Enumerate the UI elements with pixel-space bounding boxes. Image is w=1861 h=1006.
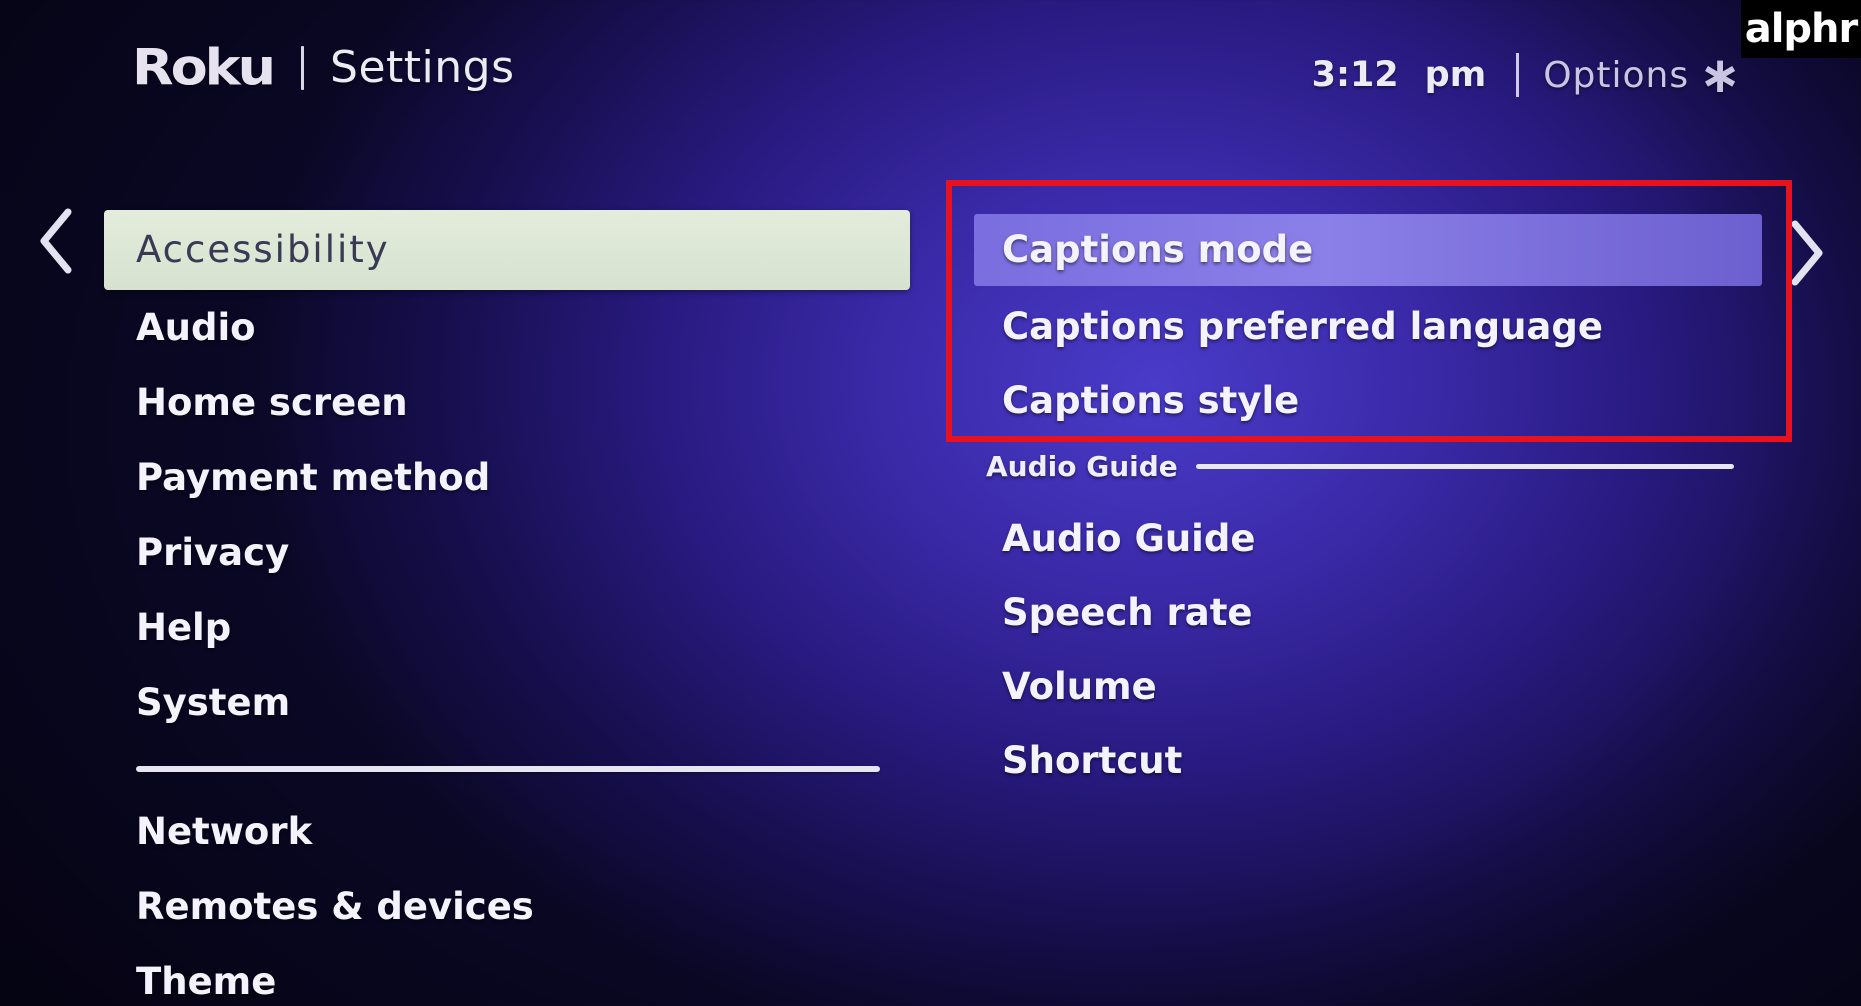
menu-divider	[136, 766, 880, 772]
menu-item-theme[interactable]: Theme	[104, 944, 910, 1006]
menu-item-network[interactable]: Network	[104, 794, 910, 869]
header-divider	[301, 45, 305, 90]
option-volume[interactable]: Volume	[974, 650, 1762, 724]
options-label[interactable]: Options	[1543, 55, 1689, 96]
clock-ampm: pm	[1424, 55, 1487, 95]
chevron-left-icon[interactable]	[36, 206, 76, 276]
accessibility-options: Captions mode Captions preferred languag…	[974, 214, 1762, 438]
header-status-divider	[1516, 53, 1520, 97]
clock-time: 3:12	[1311, 55, 1399, 95]
page-title: Settings	[330, 42, 515, 93]
menu-item-accessibility[interactable]: Accessibility	[104, 210, 910, 290]
roku-logo: Roku	[132, 38, 276, 97]
menu-item-remotes-devices[interactable]: Remotes & devices	[104, 869, 910, 944]
option-captions-mode[interactable]: Captions mode	[974, 214, 1762, 286]
section-header-label: Audio Guide	[986, 450, 1178, 483]
menu-item-audio[interactable]: Audio	[104, 290, 910, 365]
corner-watermark-logo: alphr	[1741, 0, 1861, 58]
menu-item-system[interactable]: System	[104, 665, 910, 740]
option-shortcut[interactable]: Shortcut	[974, 724, 1762, 798]
menu-item-home-screen[interactable]: Home screen	[104, 365, 910, 440]
menu-item-help[interactable]: Help	[104, 590, 910, 665]
section-header-audio-guide: Audio Guide	[986, 450, 1734, 483]
option-captions-preferred-language[interactable]: Captions preferred language	[974, 290, 1762, 364]
settings-menu: Accessibility Audio Home screen Payment …	[104, 210, 910, 1006]
option-captions-style[interactable]: Captions style	[974, 364, 1762, 438]
header-status: 3:12 pm Options ∗	[1312, 50, 1741, 100]
menu-item-payment-method[interactable]: Payment method	[104, 440, 910, 515]
option-audio-guide[interactable]: Audio Guide	[974, 502, 1762, 576]
option-speech-rate[interactable]: Speech rate	[974, 576, 1762, 650]
corner-watermark-text: alphr	[1744, 6, 1859, 52]
menu-item-privacy[interactable]: Privacy	[104, 515, 910, 590]
header-brand: Roku Settings	[132, 36, 515, 99]
asterisk-icon[interactable]: ∗	[1699, 50, 1741, 100]
audio-guide-options: Audio Guide Speech rate Volume Shortcut	[974, 502, 1762, 798]
chevron-right-icon[interactable]	[1787, 218, 1827, 288]
section-header-line	[1195, 464, 1734, 469]
